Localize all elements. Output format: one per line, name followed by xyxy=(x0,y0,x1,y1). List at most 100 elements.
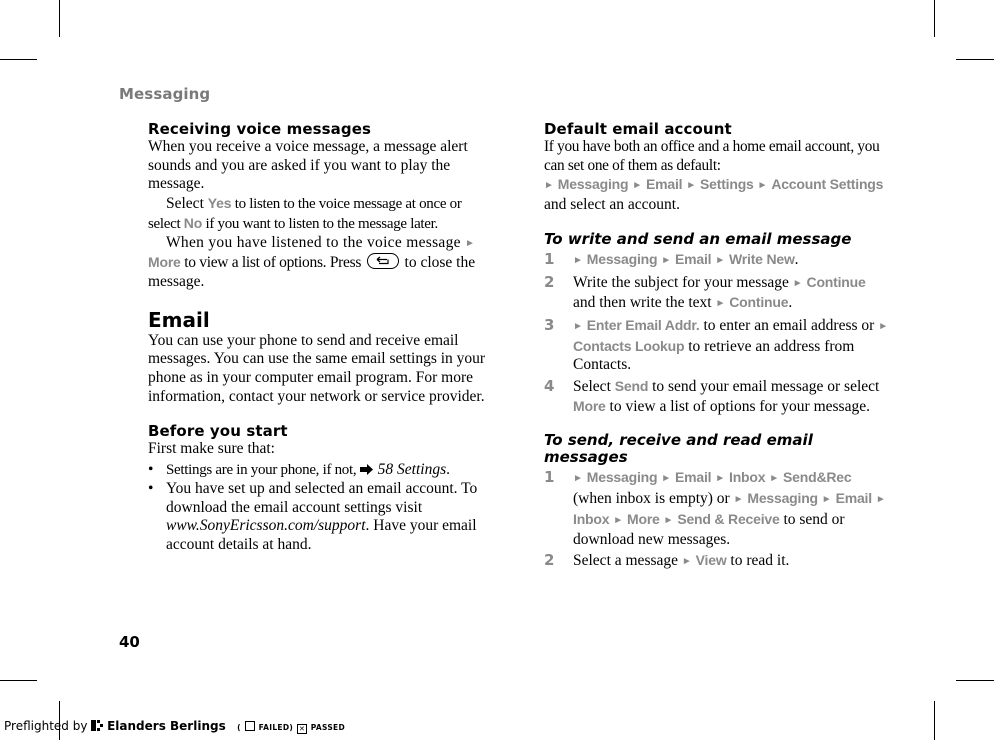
text: . xyxy=(446,461,450,479)
arrow-icon: ► xyxy=(875,494,886,506)
step: 2 Select a message ► View to read it. xyxy=(544,551,889,572)
paragraph: and select an account. xyxy=(544,196,680,214)
menu-path: ► Messaging ► Email ► Settings ► Account… xyxy=(544,175,889,196)
text: to send your email message or select xyxy=(648,378,880,396)
menu-item: Inbox xyxy=(729,469,766,486)
arrow-icon: ► xyxy=(663,514,674,526)
arrow-icon: ► xyxy=(465,237,476,249)
section-heading: Default email account xyxy=(544,120,732,138)
arrow-icon: ► xyxy=(632,180,643,192)
text: ( xyxy=(237,723,241,732)
crop-mark xyxy=(956,59,994,60)
menu-item: Continue xyxy=(729,294,789,311)
menu-item: Continue xyxy=(806,273,866,290)
arrow-icon: ► xyxy=(681,556,692,568)
menu-item: View xyxy=(695,552,727,569)
step: 1 ► Messaging ► Email ► Inbox ► Send&Rec… xyxy=(544,468,889,549)
passed-label: PASSED xyxy=(310,723,345,732)
arrow-icon: ► xyxy=(573,473,583,485)
text: When you have listened to the voice mess… xyxy=(166,233,465,251)
paragraph: When you have listened to the voice mess… xyxy=(148,234,493,292)
arrow-icon: ► xyxy=(715,254,726,266)
text: Select xyxy=(166,195,208,213)
menu-item: Messaging xyxy=(586,469,658,486)
paragraph: If you have both an office and a home em… xyxy=(544,138,880,174)
menu-item: More xyxy=(573,397,606,414)
step-number: 1 xyxy=(544,249,555,268)
bullet: • xyxy=(148,479,154,497)
arrow-icon: ► xyxy=(715,473,726,485)
step: 4 Select Send to send your email message… xyxy=(544,377,889,416)
section-heading: Receiving voice messages xyxy=(148,120,372,138)
arrow-icon: ► xyxy=(613,514,624,526)
text: to read it. xyxy=(726,552,790,570)
heading-line: To send, receive and read email xyxy=(544,431,813,450)
menu-item-yes: Yes xyxy=(207,195,232,212)
step-number: 1 xyxy=(544,468,555,487)
text: to enter an email address or xyxy=(699,316,879,334)
heading-line: messages xyxy=(544,448,628,467)
text: and then write the text xyxy=(573,294,716,312)
arrow-icon: ► xyxy=(792,277,803,289)
paragraph: When you receive a voice message, a mess… xyxy=(148,138,468,193)
crop-mark xyxy=(934,0,935,37)
menu-item: Contacts Lookup xyxy=(573,337,685,354)
crop-mark xyxy=(934,701,935,740)
arrow-right-icon xyxy=(359,464,373,476)
text: Select a message xyxy=(573,552,682,570)
arrow-icon: ► xyxy=(573,320,583,332)
section-heading: To send, receive and read email messages xyxy=(544,432,889,466)
list-item: • Settings are in your phone, if not, 58 … xyxy=(148,461,493,480)
text: You have set up and selected an email ac… xyxy=(166,479,478,516)
section-write-send-email: To write and send an email message 1 ► M… xyxy=(544,230,889,417)
menu-item-more: More xyxy=(148,254,181,271)
brand-name: Elanders Berlings xyxy=(107,719,226,733)
section-default-email-account: Default email account If you have both a… xyxy=(544,120,889,215)
preflight-stamp: Preflighted by Elanders Berlings ( FAILE… xyxy=(4,719,345,734)
crop-mark xyxy=(0,680,37,681)
arrow-icon: ► xyxy=(544,180,554,192)
bullet: • xyxy=(148,461,154,479)
menu-item: Messaging xyxy=(586,250,658,267)
menu-item: Email xyxy=(646,176,683,193)
paragraph: You can use your phone to send and recei… xyxy=(148,331,486,405)
step: 3 ► Enter Email Addr. to enter an email … xyxy=(544,316,889,375)
step-number: 2 xyxy=(544,272,555,291)
back-key-icon xyxy=(366,253,399,270)
text: Settings are in your phone, if not, xyxy=(166,462,360,479)
menu-item: Send & Receive xyxy=(677,510,780,527)
text: Select xyxy=(573,378,615,396)
section-before-you-start: Before you start First make sure that: •… xyxy=(148,422,493,554)
arrow-icon: ► xyxy=(715,298,726,310)
arrow-icon: ► xyxy=(821,494,832,506)
menu-item: Messaging xyxy=(747,490,818,507)
menu-item: Settings xyxy=(700,176,754,193)
step: 2 Write the subject for your message ► C… xyxy=(544,273,889,314)
menu-item: Enter Email Addr. xyxy=(586,316,700,333)
menu-item: Email xyxy=(675,250,712,267)
paragraph: First make sure that: xyxy=(148,440,275,458)
arrow-icon: ► xyxy=(661,473,672,485)
section-heading: Email xyxy=(148,307,210,332)
menu-item-no: No xyxy=(183,214,203,231)
menu-item: Email xyxy=(675,469,712,486)
right-column: Default email account If you have both a… xyxy=(544,120,889,572)
menu-item: More xyxy=(627,510,660,527)
text: (when inbox is empty) or xyxy=(573,490,734,508)
menu-item: Send xyxy=(614,378,649,395)
menu-item: Write New xyxy=(729,250,795,267)
bullet-list: • Settings are in your phone, if not, 58 … xyxy=(148,461,493,555)
page-number: 40 xyxy=(119,633,140,651)
cross-reference-link[interactable]: 58 Settings xyxy=(378,461,446,478)
section-receiving-voice-messages: Receiving voice messages When you receiv… xyxy=(148,120,493,292)
text: . xyxy=(794,250,799,268)
elanders-logo-icon xyxy=(91,720,104,731)
section-email: Email You can use your phone to send and… xyxy=(148,308,493,407)
support-url-link[interactable]: www.SonyEricsson.com/support xyxy=(166,517,366,534)
crop-mark xyxy=(0,59,37,60)
left-column: Receiving voice messages When you receiv… xyxy=(148,120,493,555)
text: ) xyxy=(289,723,294,732)
section-heading: Before you start xyxy=(148,422,288,441)
text: to view a list of options. Press xyxy=(180,254,365,272)
section-send-receive-read: To send, receive and read email messages … xyxy=(544,432,889,572)
